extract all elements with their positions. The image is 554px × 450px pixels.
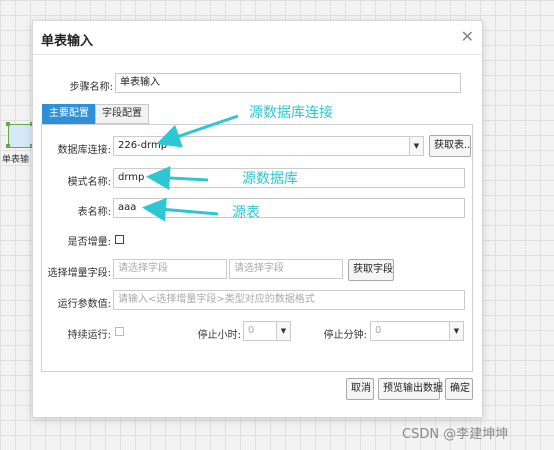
stop-minute-label: 停止分钟: <box>323 330 367 341</box>
stop-minute-value: 0 <box>375 325 382 336</box>
table-name-label: 表名称: <box>77 207 111 218</box>
preview-output-button[interactable]: 预览输出数据 <box>378 378 443 400</box>
continuous-run-label: 持续运行: <box>67 330 111 341</box>
node-handle[interactable] <box>6 122 10 126</box>
stop-hour-value: 0 <box>248 325 255 336</box>
incremental-field-select-1[interactable]: 请选择字段 <box>113 259 227 279</box>
fetch-tables-button[interactable]: 获取表.. <box>429 135 471 157</box>
tab-main-config[interactable]: 主要配置 <box>42 104 96 124</box>
confirm-button[interactable]: 确定 <box>445 378 473 400</box>
incremental-field-label: 选择增量字段: <box>47 268 111 279</box>
db-connection-select[interactable]: 226-drmp ▼ <box>113 136 424 156</box>
chevron-down-icon[interactable]: ▼ <box>449 322 463 340</box>
db-connection-value: 226-drmp <box>118 140 168 151</box>
db-connection-label: 数据库连接: <box>57 145 111 156</box>
close-icon[interactable]: ✕ <box>461 27 474 46</box>
incremental-field-select-2[interactable]: 请选择字段 <box>229 259 343 279</box>
incremental-label: 是否增量: <box>67 237 111 248</box>
chevron-down-icon[interactable]: ▼ <box>409 137 423 155</box>
title-divider <box>33 54 482 55</box>
schema-name-label: 模式名称: <box>67 177 111 188</box>
dialog-title: 单表输入 <box>41 34 94 49</box>
step-name-label: 步骤名称: <box>69 82 113 93</box>
continuous-run-checkbox[interactable] <box>115 327 124 336</box>
fetch-fields-button[interactable]: 获取字段 <box>348 259 394 281</box>
node-label: 单表输 <box>2 155 30 165</box>
cancel-button[interactable]: 取消 <box>346 378 374 400</box>
annotation-table: 源表 <box>232 205 260 221</box>
table-name-input[interactable]: aaa <box>113 198 465 218</box>
chevron-down-icon[interactable]: ▼ <box>276 322 290 340</box>
annotation-schema: 源数据库 <box>242 171 298 187</box>
incremental-checkbox[interactable] <box>115 235 124 244</box>
watermark: CSDN @李建坤坤 <box>402 427 509 442</box>
annotation-db-source: 源数据库连接 <box>249 105 333 121</box>
run-param-input[interactable]: 请输入<选择增量字段>类型对应的数据格式 <box>113 290 465 310</box>
step-name-input[interactable]: 单表输入 <box>115 73 461 93</box>
stop-hour-select[interactable]: 0 ▼ <box>243 321 291 341</box>
stop-minute-select[interactable]: 0 ▼ <box>370 321 464 341</box>
stop-hour-label: 停止小时: <box>197 330 241 341</box>
node-handle[interactable] <box>6 144 10 148</box>
tab-field-config[interactable]: 字段配置 <box>95 104 149 124</box>
run-param-label: 运行参数值: <box>57 299 111 310</box>
